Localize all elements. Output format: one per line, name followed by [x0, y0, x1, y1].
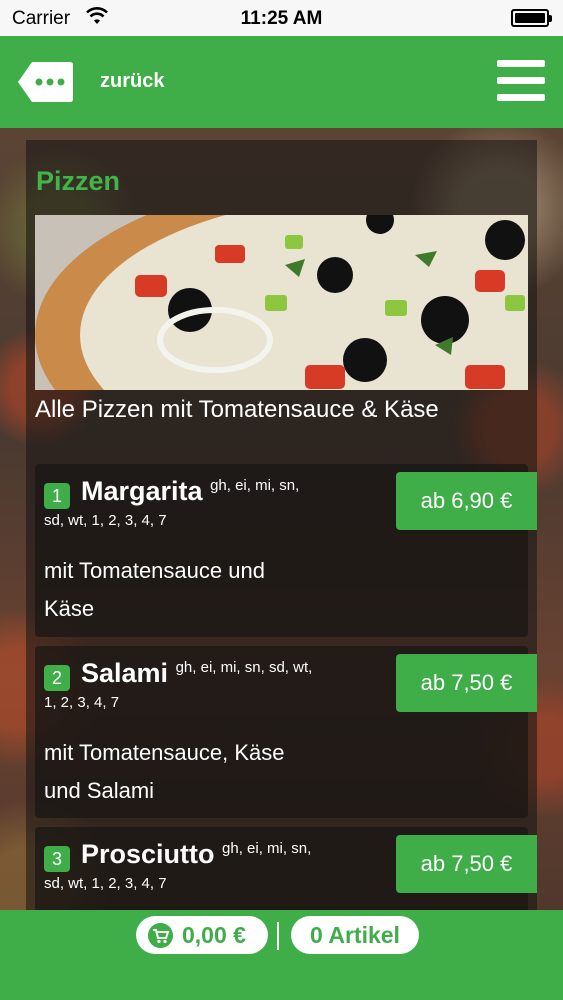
menu-item[interactable]: 1 Margarita gh, ei, mi, sn, sd, wt, 1, 2… — [35, 464, 537, 637]
item-allergens: gh, ei, mi, sn, — [210, 477, 300, 494]
footer-divider — [277, 922, 279, 950]
hamburger-menu-icon[interactable] — [497, 60, 545, 102]
item-count-button[interactable]: 0 Artikel — [291, 916, 419, 954]
shopping-cart-icon — [148, 923, 173, 948]
item-allergens-cont: 1, 2, 3, 4, 7 — [44, 694, 120, 711]
item-number-badge: 2 — [44, 665, 70, 691]
price-button[interactable]: ab 7,50 € — [396, 835, 537, 893]
item-number-badge: 3 — [44, 846, 70, 872]
cart-footer: 0,00 € 0 Artikel — [0, 910, 563, 1000]
item-allergens-cont: sd, wt, 1, 2, 3, 4, 7 — [44, 875, 167, 892]
item-name: Prosciutto gh, ei, mi, sn, — [81, 839, 312, 869]
item-allergens-cont: sd, wt, 1, 2, 3, 4, 7 — [44, 512, 167, 529]
price-button[interactable]: ab 6,90 € — [396, 472, 537, 530]
price-button[interactable]: ab 7,50 € — [396, 654, 537, 712]
item-number-badge: 1 — [44, 483, 70, 509]
item-name: Margarita gh, ei, mi, sn, — [81, 476, 300, 506]
battery-icon — [511, 9, 552, 27]
back-button-label[interactable]: zurück — [100, 70, 164, 93]
cart-total-button[interactable]: 0,00 € — [136, 916, 268, 954]
menu-item[interactable]: 3 Prosciutto gh, ei, mi, sn, sd, wt, 1, … — [35, 827, 537, 910]
menu-category-panel: Pizzen Alle Pizzen mit Tomatensauce & Kä — [26, 140, 537, 910]
cart-total: 0,00 € — [182, 922, 246, 948]
item-description: mit Tomatensauce, Käse und Salami — [44, 740, 285, 803]
item-name: Salami gh, ei, mi, sn, sd, wt, — [81, 658, 313, 688]
status-bar: Carrier 11:25 AM — [0, 0, 563, 36]
menu-item[interactable]: 2 Salami gh, ei, mi, sn, sd, wt, 1, 2, 3… — [35, 646, 537, 818]
app-header: zurück — [0, 36, 563, 128]
category-title: Pizzen — [36, 166, 121, 196]
item-description: mit Tomatensauce und Käse — [44, 558, 265, 621]
item-allergens: gh, ei, mi, sn, — [222, 840, 312, 857]
pizza-image — [35, 215, 528, 390]
clock: 11:25 AM — [240, 8, 323, 29]
chat-dots-icon[interactable] — [16, 60, 74, 104]
item-allergens: gh, ei, mi, sn, sd, wt, — [175, 659, 313, 676]
category-description: Alle Pizzen mit Tomatensauce & Käse — [35, 396, 439, 423]
